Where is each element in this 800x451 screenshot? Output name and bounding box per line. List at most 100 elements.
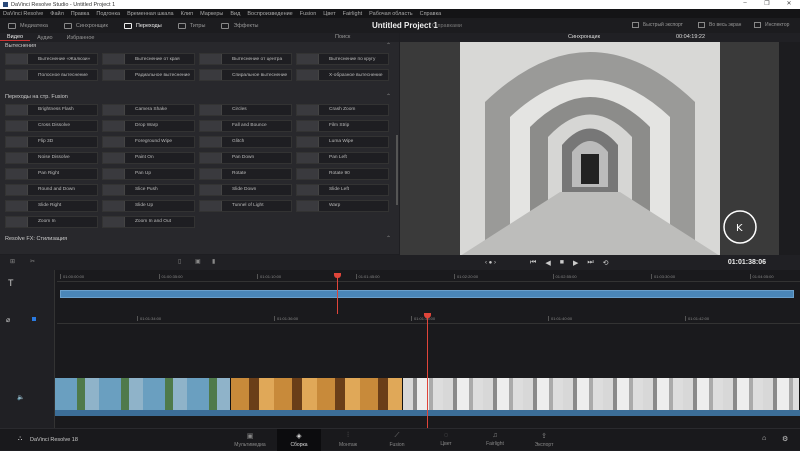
transition-item[interactable]: Slide Left: [296, 184, 389, 196]
transition-item[interactable]: Slide Right: [5, 200, 98, 212]
transition-item[interactable]: Радиальное вытеснение: [102, 69, 195, 81]
transition-item[interactable]: Foreground Wipe: [102, 136, 195, 148]
titles-button[interactable]: Титры: [170, 23, 214, 29]
page-tab[interactable]: ♫Fairlight: [473, 429, 517, 451]
collapse-icon[interactable]: ⌃: [386, 42, 391, 49]
overwrite-clip-icon[interactable]: ▣: [195, 258, 201, 265]
stop-button[interactable]: ■: [560, 259, 564, 267]
menu-item[interactable]: Клип: [181, 11, 193, 17]
transition-item[interactable]: Glitch: [199, 136, 292, 148]
collapse-icon[interactable]: ⌃: [386, 235, 391, 242]
menu-item[interactable]: Маркеры: [200, 11, 223, 17]
video-clip-interior[interactable]: [231, 378, 403, 410]
tab-favorites[interactable]: Избранное: [60, 35, 102, 41]
playhead[interactable]: [427, 316, 428, 428]
tab-audio[interactable]: Аудио: [30, 35, 60, 41]
transition-item[interactable]: Rotate: [199, 168, 292, 180]
jog-control[interactable]: ‹ ● ›: [485, 260, 496, 266]
maximize-button[interactable]: ❐: [756, 0, 778, 7]
playhead-handle[interactable]: [424, 313, 431, 318]
transition-item[interactable]: Drop Warp: [102, 120, 195, 132]
transition-item[interactable]: Fall and Bounce: [199, 120, 292, 132]
home-icon[interactable]: ⌂: [762, 435, 766, 442]
track-color-icon[interactable]: [32, 317, 36, 321]
go-to-end-button[interactable]: ⏭: [587, 259, 593, 267]
minimize-button[interactable]: –: [734, 0, 756, 7]
section-header[interactable]: Resolve FX: Стилизация: [5, 236, 67, 242]
section-header[interactable]: Переходы на стр. Fusion: [5, 94, 68, 100]
overview-playhead-handle[interactable]: [334, 273, 341, 278]
transition-item[interactable]: Rotate 90: [296, 168, 389, 180]
transition-item[interactable]: Paint On: [102, 152, 195, 164]
sync-bin-button[interactable]: Синхронщик: [56, 23, 116, 29]
close-button[interactable]: ✕: [778, 0, 800, 7]
overview-playhead[interactable]: [337, 276, 338, 314]
page-tab[interactable]: ◈Сборка: [277, 429, 321, 451]
collapse-icon[interactable]: ⌃: [386, 93, 391, 100]
menu-item[interactable]: Подгонка: [96, 11, 120, 17]
transition-item[interactable]: Round and Down: [5, 184, 98, 196]
transition-item[interactable]: Circles: [199, 104, 292, 116]
transition-item[interactable]: Zoom In: [5, 216, 98, 228]
menu-item[interactable]: DaVinci Resolve: [3, 11, 43, 17]
trim-icon[interactable]: ⊞: [10, 258, 15, 265]
transition-item[interactable]: Pan Down: [199, 152, 292, 164]
inspector-button[interactable]: Инспектор: [754, 22, 789, 28]
tab-video[interactable]: Видео: [0, 34, 30, 41]
transition-item[interactable]: Полосное вытеснение: [5, 69, 98, 81]
video-clip-arches[interactable]: [403, 378, 800, 410]
library-scrollbar[interactable]: [396, 135, 398, 205]
section-header[interactable]: Вытеснения: [5, 43, 36, 49]
menu-item[interactable]: Воспроизведение: [247, 11, 292, 17]
transition-item[interactable]: Crash Zoom: [296, 104, 389, 116]
transition-item[interactable]: Pan Left: [296, 152, 389, 164]
page-tab[interactable]: ⫶Монтаж: [326, 429, 370, 451]
transition-item[interactable]: Cross Dissolve: [5, 120, 98, 132]
transition-item[interactable]: Camera Shake: [102, 104, 195, 116]
page-tab[interactable]: ◌Цвет: [424, 429, 468, 451]
menu-item[interactable]: Fusion: [300, 11, 317, 17]
transition-item[interactable]: Х-образное вытеснение: [296, 69, 389, 81]
transition-item[interactable]: Tunnel of Light: [199, 200, 292, 212]
transition-item[interactable]: Warp: [296, 200, 389, 212]
search-input[interactable]: Поиск: [328, 34, 357, 40]
transition-item[interactable]: Pan Up: [102, 168, 195, 180]
menu-item[interactable]: Временная шкала: [127, 11, 174, 17]
menu-item[interactable]: Цвет: [323, 11, 335, 17]
audio-icon[interactable]: 🔈: [17, 394, 24, 401]
transition-item[interactable]: Noise Dissolve: [5, 152, 98, 164]
replace-clip-icon[interactable]: ▮: [212, 258, 215, 265]
title-tool-icon[interactable]: T: [8, 278, 14, 288]
transition-item[interactable]: Luma Wipe: [296, 136, 389, 148]
media-pool-button[interactable]: Медиатека: [0, 23, 56, 29]
transition-item[interactable]: Вытеснение от центра: [199, 53, 292, 65]
transition-item[interactable]: Спиральное вытеснение: [199, 69, 292, 81]
go-to-start-button[interactable]: ⏮: [530, 259, 536, 267]
transition-item[interactable]: Вытеснение «Жалюзи»: [5, 53, 98, 65]
timeline-overview-clip[interactable]: [60, 290, 794, 298]
transition-item[interactable]: Вытеснение от края: [102, 53, 195, 65]
transition-item[interactable]: Brightness Flash: [5, 104, 98, 116]
transitions-button[interactable]: Переходы: [116, 23, 170, 29]
page-tab[interactable]: ⇪Экспорт: [522, 429, 566, 451]
transition-item[interactable]: Pan Right: [5, 168, 98, 180]
effects-button[interactable]: Эффекты: [213, 23, 266, 29]
play-button[interactable]: ▶: [573, 259, 578, 267]
menu-item[interactable]: Fairlight: [343, 11, 363, 17]
loop-icon[interactable]: ⟲: [603, 259, 609, 267]
fullscreen-button[interactable]: Во весь экран: [698, 22, 741, 28]
menu-item[interactable]: Справка: [420, 11, 442, 17]
transition-item[interactable]: Zoom In and Out: [102, 216, 195, 228]
play-reverse-button[interactable]: ◀: [545, 259, 550, 267]
menu-item[interactable]: Правка: [71, 11, 90, 17]
snap-icon[interactable]: ⌀: [6, 316, 10, 324]
transition-item[interactable]: Вытеснение по кругу: [296, 53, 389, 65]
transition-item[interactable]: Slide Down: [199, 184, 292, 196]
quick-export-button[interactable]: Быстрый экспорт: [632, 22, 683, 28]
menu-item[interactable]: Вид: [230, 11, 240, 17]
transition-item[interactable]: Film Strip: [296, 120, 389, 132]
settings-icon[interactable]: ⚙: [782, 435, 788, 443]
insert-clip-icon[interactable]: ▯: [178, 258, 181, 265]
upper-ruler[interactable]: 01:00:00:0001:00:35:0001:01:10:0001:01:4…: [57, 272, 800, 282]
page-tab[interactable]: ▣Мультимедиа: [228, 429, 272, 451]
